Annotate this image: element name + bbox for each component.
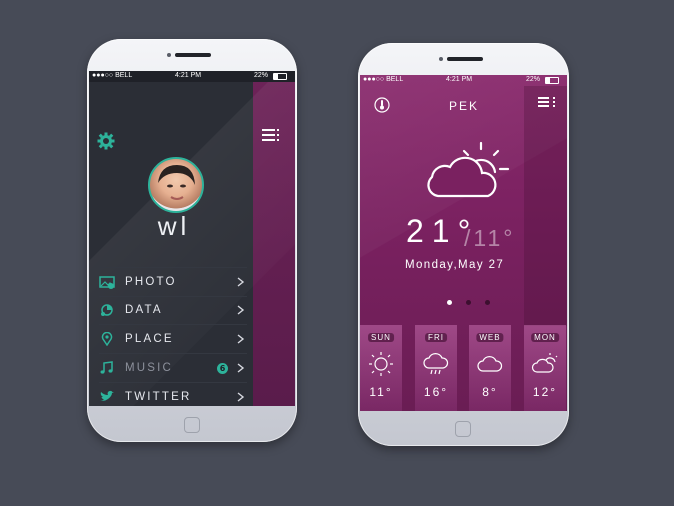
chevron-right-icon xyxy=(237,334,245,344)
cloud-icon xyxy=(477,356,503,372)
forecast-day-label: MON xyxy=(531,333,559,342)
forecast-day-web[interactable]: WEB 8° xyxy=(469,325,511,411)
forecast-day-label: WEB xyxy=(476,333,504,342)
page-dot[interactable] xyxy=(485,300,490,305)
username: wl xyxy=(157,211,191,241)
page-dot[interactable] xyxy=(447,300,452,305)
forecast-strip: SUN 11° FRI 16° WEB 8° MON 12° xyxy=(360,325,567,411)
chevron-right-icon xyxy=(237,363,245,373)
settings-gear-icon[interactable] xyxy=(97,132,115,150)
thermometer-icon[interactable] xyxy=(374,97,390,113)
left-screen: ●●●○○ BELL 4:21 PM 22% wl PHOTO DATA PLA… xyxy=(89,71,295,406)
menu-item-twitter[interactable]: TWITTER xyxy=(99,383,247,406)
forecast-day-sun[interactable]: SUN 11° xyxy=(360,325,402,411)
home-button[interactable] xyxy=(184,417,200,433)
photo-icon xyxy=(99,276,115,289)
left-phone: ●●●○○ BELL 4:21 PM 22% wl PHOTO DATA PLA… xyxy=(87,39,297,442)
side-strip xyxy=(524,86,567,326)
avatar[interactable] xyxy=(148,157,204,213)
camera xyxy=(439,57,443,61)
chevron-right-icon xyxy=(237,277,245,287)
right-phone: ●●●○○ BELL 4:21 PM 22% PEK 21° /11° Mond… xyxy=(358,43,569,446)
menu-label-place: PLACE xyxy=(125,333,174,345)
time-text: 4:21 PM xyxy=(446,76,473,83)
speaker xyxy=(175,53,211,57)
menu-label-photo: PHOTO xyxy=(125,276,177,288)
hamburger-menu-icon[interactable] xyxy=(262,129,279,141)
forecast-temp: 8° xyxy=(482,385,498,399)
data-icon xyxy=(101,304,113,316)
date-text: Monday,May 27 xyxy=(405,259,505,271)
forecast-day-label: FRI xyxy=(425,333,447,342)
right-screen: ●●●○○ BELL 4:21 PM 22% PEK 21° /11° Mond… xyxy=(360,75,567,411)
menu-item-place[interactable]: PLACE xyxy=(99,325,247,354)
menu-item-data[interactable]: DATA xyxy=(99,296,247,325)
twitter-bird-icon xyxy=(100,390,114,401)
forecast-day-mon[interactable]: MON 12° xyxy=(524,325,566,411)
hamburger-menu-icon[interactable] xyxy=(538,97,555,109)
forecast-day-label: SUN xyxy=(368,333,394,342)
avatar-face-icon xyxy=(158,165,195,200)
chevron-right-icon xyxy=(237,305,245,315)
forecast-temp: 11° xyxy=(369,385,393,399)
carrier-text: ●●●○○ BELL xyxy=(363,76,404,83)
menu-item-photo[interactable]: PHOTO xyxy=(99,267,247,297)
music-count-badge: 6 xyxy=(217,363,228,374)
battery-icon xyxy=(273,73,287,80)
city-name: PEK xyxy=(448,99,479,113)
forecast-temp: 12° xyxy=(532,385,558,399)
rain-cloud-icon xyxy=(423,353,449,375)
battery-text: 22% xyxy=(526,76,541,83)
menu-label-twitter: TWITTER xyxy=(125,391,192,403)
forecast-temp: 16° xyxy=(423,385,449,399)
battery-text: 22% xyxy=(254,72,269,79)
chevron-right-icon xyxy=(237,392,245,402)
music-note-icon xyxy=(100,361,113,374)
menu-label-music: MUSIC xyxy=(125,362,174,374)
status-bar: ●●●○○ BELL 4:21 PM 22% xyxy=(360,75,567,86)
low-temperature: /11° xyxy=(464,225,516,251)
partly-cloudy-icon xyxy=(531,353,558,373)
home-button[interactable] xyxy=(455,421,471,437)
time-text: 4:21 PM xyxy=(175,72,202,79)
carrier-text: ●●●○○ BELL xyxy=(92,72,133,79)
forecast-day-fri[interactable]: FRI 16° xyxy=(415,325,457,411)
page-indicator xyxy=(445,300,495,306)
page-dot[interactable] xyxy=(466,300,471,305)
speaker xyxy=(447,57,483,61)
location-pin-icon xyxy=(101,332,113,346)
camera xyxy=(167,53,171,57)
content-peek xyxy=(253,71,295,406)
status-bar: ●●●○○ BELL 4:21 PM 22% xyxy=(89,71,295,82)
battery-icon xyxy=(545,77,559,84)
menu-item-music[interactable]: MUSIC 6 xyxy=(99,354,247,383)
partly-cloudy-icon xyxy=(427,141,510,198)
menu-label-data: DATA xyxy=(125,304,163,316)
sun-icon xyxy=(369,352,393,376)
